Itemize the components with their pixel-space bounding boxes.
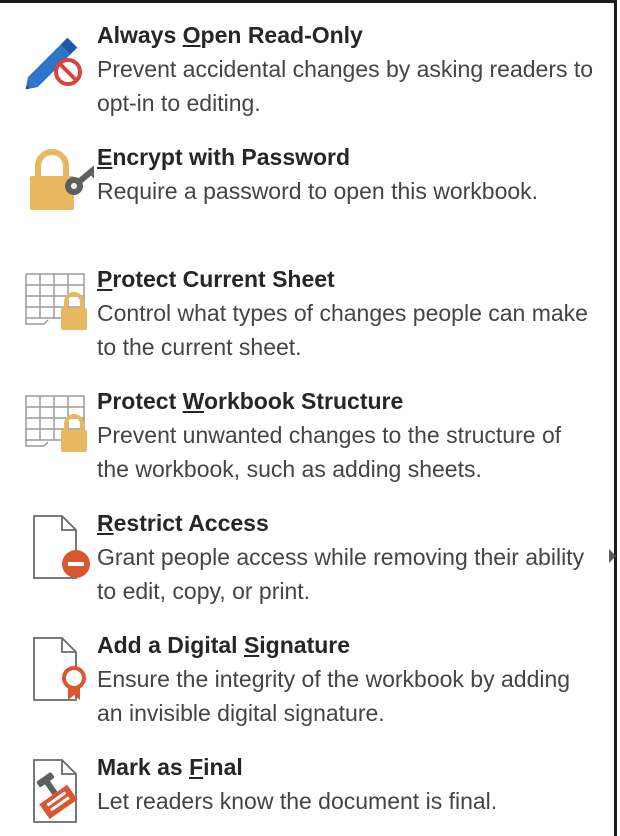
menu-item-description: Prevent unwanted changes to the structur… xyxy=(97,422,562,482)
pencil-no-edit-icon xyxy=(14,24,94,98)
menu-item-description: Prevent accidental changes by asking rea… xyxy=(97,56,594,116)
menu-item-always-open-read-only[interactable]: Always Open Read-Only Prevent accidental… xyxy=(0,20,614,136)
submenu-arrow-icon[interactable] xyxy=(609,549,616,563)
menu-item-description: Grant people access while removing their… xyxy=(97,544,585,604)
access-key: F xyxy=(189,754,204,780)
menu-item-title: Mark as Final xyxy=(97,754,243,780)
menu-item-protect-current-sheet[interactable]: Protect Current Sheet Control what types… xyxy=(0,264,614,380)
menu-item-description: Ensure the integrity of the workbook by … xyxy=(97,666,571,726)
menu-item-title: Protect Current Sheet xyxy=(97,266,335,292)
menu-item-add-digital-signature[interactable]: Add a Digital Signature Ensure the integ… xyxy=(0,630,614,746)
menu-item-protect-workbook-structure[interactable]: Protect Workbook Structure Prevent unwan… xyxy=(0,386,614,502)
menu-item-title: Protect Workbook Structure xyxy=(97,388,404,414)
menu-item-encrypt-with-password[interactable]: Encrypt with Password Require a password… xyxy=(0,142,614,258)
access-key: E xyxy=(97,144,113,170)
sheet-lock-icon xyxy=(14,268,94,342)
menu-item-title: Always Open Read-Only xyxy=(97,22,363,48)
menu-item-mark-as-final[interactable]: Mark as Final Let readers know the docum… xyxy=(0,752,614,836)
access-key: P xyxy=(97,266,113,292)
document-restrict-icon xyxy=(14,512,94,586)
access-key: S xyxy=(243,632,260,658)
menu-item-title: Add a Digital Signature xyxy=(97,632,351,658)
menu-item-title: Encrypt with Password xyxy=(97,144,351,170)
access-key: O xyxy=(182,22,201,48)
stamp-icon xyxy=(14,756,94,830)
menu-item-description: Control what types of changes people can… xyxy=(97,300,588,360)
lock-key-icon xyxy=(14,146,94,220)
protect-workbook-menu: Always Open Read-Only Prevent accidental… xyxy=(0,0,617,836)
workbook-lock-icon xyxy=(14,390,94,464)
menu-item-description: Let readers know the document is final. xyxy=(97,788,498,814)
access-key: W xyxy=(182,388,204,414)
menu-item-restrict-access[interactable]: Restrict Access Grant people access whil… xyxy=(0,508,614,624)
menu-item-title: Restrict Access xyxy=(97,510,269,536)
access-key: R xyxy=(97,510,114,536)
document-ribbon-icon xyxy=(14,634,94,708)
menu-item-description: Require a password to open this workbook… xyxy=(97,178,539,204)
